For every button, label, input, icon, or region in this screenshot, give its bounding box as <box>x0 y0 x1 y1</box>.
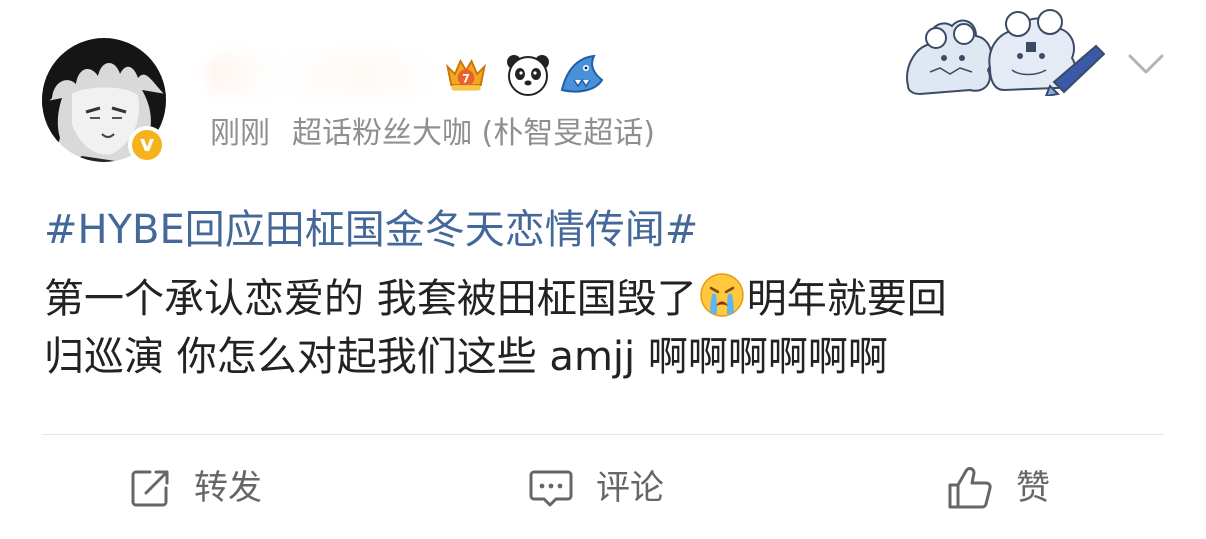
post-source[interactable]: 超话粉丝大咖 (朴智旻超话) <box>292 116 655 151</box>
thumbs-up-icon <box>948 467 992 509</box>
post-meta: 刚刚 超话粉丝大咖 (朴智旻超话) <box>210 112 655 156</box>
repost-label: 转发 <box>194 468 262 508</box>
repost-button[interactable]: 转发 <box>128 462 262 514</box>
comment-icon <box>529 470 573 507</box>
topic-hashtag-link[interactable]: #HYBE回应田柾国金冬天恋情传闻# <box>44 202 698 258</box>
decorative-sticker-icon <box>906 9 1105 96</box>
like-label: 赞 <box>1016 468 1050 508</box>
post-timestamp: 刚刚 <box>210 116 270 151</box>
shark-icon[interactable] <box>558 50 606 98</box>
svg-text:7: 7 <box>462 72 470 85</box>
comment-label: 评论 <box>596 468 664 508</box>
comment-button[interactable]: 评论 <box>528 462 664 514</box>
crying-face-emoji-icon <box>699 273 744 317</box>
panda-icon[interactable] <box>504 50 552 98</box>
post-text-line-2: 归巡演 你怎么对起我们这些 amjj 啊啊啊啊啊啊 <box>44 334 888 380</box>
username[interactable] <box>210 52 435 96</box>
post-text: 第一个承认恋爱的 我套被田柾国毁了 明年就要回 归巡演 你怎么对起我们这些 am… <box>44 270 1164 386</box>
crown-level-badge-icon[interactable]: 7 <box>442 50 490 98</box>
repost-icon <box>131 470 169 507</box>
verified-v-icon: v <box>128 126 166 164</box>
post-text-segment: 第一个承认恋爱的 我套被田柾国毁了 <box>44 276 697 322</box>
divider <box>42 434 1164 435</box>
post-text-line-1: 第一个承认恋爱的 我套被田柾国毁了 明年就要回 <box>44 270 1164 328</box>
like-button[interactable]: 赞 <box>946 462 1050 514</box>
chevron-down-icon[interactable] <box>1126 48 1166 80</box>
post-text-segment: 明年就要回 <box>746 276 947 322</box>
weibo-post-card: v 7 刚刚 超话粉丝大咖 (朴智旻超话) #HYBE回应田柾国金冬天恋情传闻#… <box>0 0 1206 539</box>
